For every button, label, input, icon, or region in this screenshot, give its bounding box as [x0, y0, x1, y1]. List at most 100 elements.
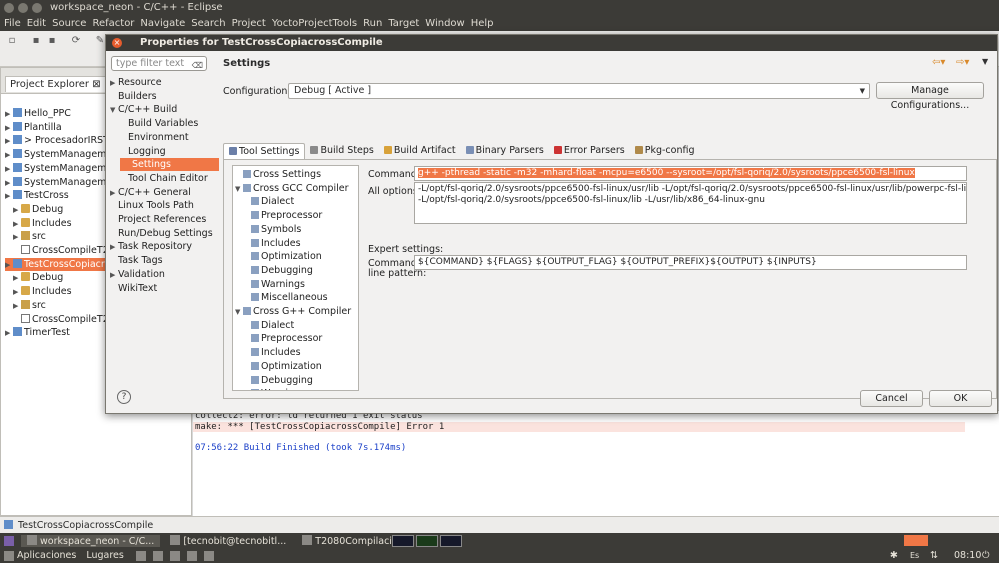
files-launcher-icon[interactable]: [186, 550, 197, 561]
nav-item[interactable]: WikiText: [110, 282, 157, 295]
expand-arrow-icon[interactable]: ▶: [13, 286, 21, 299]
keyboard-language[interactable]: Es: [910, 551, 919, 560]
forward-icon[interactable]: ⇨▾: [956, 57, 969, 68]
close-view-icon[interactable]: ⊠: [92, 79, 100, 90]
tree-item[interactable]: ▶ Debug: [13, 271, 63, 284]
expand-arrow-icon[interactable]: ▶: [13, 231, 21, 244]
expand-arrow-icon[interactable]: ▶: [13, 300, 21, 313]
tree-item[interactable]: ▶ Includes: [13, 217, 72, 230]
expand-arrow-icon[interactable]: ▶: [5, 108, 13, 121]
expand-arrow-icon[interactable]: ▶: [110, 269, 118, 282]
tool-tree-item[interactable]: Dialect: [243, 319, 294, 332]
close-window-icon[interactable]: [4, 3, 14, 13]
menu-target[interactable]: Target: [388, 16, 419, 31]
nav-item[interactable]: ▶ C/C++ General: [110, 186, 191, 199]
expand-arrow-icon[interactable]: ▶: [5, 259, 13, 272]
nav-item[interactable]: Logging: [120, 145, 166, 158]
notification-icon[interactable]: [904, 535, 928, 546]
tab-build-artifact[interactable]: Build Artifact: [379, 143, 461, 159]
tab-tool-settings[interactable]: Tool Settings: [223, 143, 306, 159]
expand-arrow-icon[interactable]: ▶: [13, 272, 21, 285]
all-options-field[interactable]: -L/opt/fsl-qoriq/2.0/sysroots/ppce6500-f…: [414, 182, 967, 224]
expand-arrow-icon[interactable]: ▼: [235, 183, 243, 196]
expand-arrow-icon[interactable]: ▶: [5, 190, 13, 203]
tool-tree-item[interactable]: Optimization: [243, 360, 322, 373]
menu-window[interactable]: Window: [425, 16, 464, 31]
tree-item[interactable]: ▶ src: [13, 230, 46, 243]
clear-filter-icon[interactable]: ⌫: [192, 59, 203, 72]
menu-navigate[interactable]: Navigate: [140, 16, 185, 31]
menu-run[interactable]: Run: [363, 16, 382, 31]
help-icon[interactable]: ?: [117, 390, 131, 404]
nav-item[interactable]: ▼ C/C++ Build: [110, 103, 177, 116]
editor-launcher-icon[interactable]: [203, 550, 214, 561]
network-icon[interactable]: ⇅: [930, 550, 938, 561]
back-icon[interactable]: ⇦▾: [932, 57, 945, 68]
menu-file[interactable]: File: [4, 16, 21, 31]
window-controls[interactable]: [4, 3, 42, 13]
ok-button[interactable]: OK: [929, 390, 992, 407]
browser-launcher-icon[interactable]: [169, 550, 180, 561]
dialog-close-icon[interactable]: ×: [112, 38, 122, 48]
expand-arrow-icon[interactable]: ▼: [110, 104, 118, 117]
places-menu[interactable]: Lugares: [86, 550, 124, 561]
expand-arrow-icon[interactable]: ▶: [13, 218, 21, 231]
power-icon[interactable]: ⏻: [982, 550, 990, 561]
tree-item[interactable]: ▶ TestCrossCopiacross: [5, 257, 121, 272]
expand-arrow-icon[interactable]: ▶: [5, 135, 13, 148]
tool-tree-item[interactable]: ▼ Cross G++ Compiler: [235, 305, 351, 318]
nav-item[interactable]: Run/Debug Settings: [110, 227, 213, 240]
tab-build-steps[interactable]: Build Steps: [305, 143, 378, 159]
command-line-pattern-input[interactable]: ${COMMAND} ${FLAGS} ${OUTPUT_FLAG} ${OUT…: [414, 255, 967, 270]
nav-item[interactable]: Tool Chain Editor: [120, 172, 208, 185]
expand-arrow-icon[interactable]: ▶: [5, 149, 13, 162]
tree-item[interactable]: ▶ Debug: [13, 203, 63, 216]
tool-tree-item[interactable]: Warnings: [243, 387, 305, 390]
menu-edit[interactable]: Edit: [27, 16, 46, 31]
menu-project[interactable]: Project: [232, 16, 266, 31]
monitor-launcher-icon[interactable]: [152, 550, 163, 561]
tool-tree-item[interactable]: Includes: [243, 346, 301, 359]
expand-arrow-icon[interactable]: ▶: [5, 327, 13, 340]
tool-tree-item[interactable]: ▼ Cross GCC Compiler: [235, 182, 348, 195]
menu-refactor[interactable]: Refactor: [92, 16, 134, 31]
menu-search[interactable]: Search: [191, 16, 225, 31]
task-terminal[interactable]: [tecnobit@tecnobitl...: [164, 534, 292, 547]
expand-arrow-icon[interactable]: ▶: [5, 122, 13, 135]
tool-tree-item[interactable]: Optimization: [243, 250, 322, 263]
menu-source[interactable]: Source: [52, 16, 86, 31]
menu-yoctoprojecttools[interactable]: YoctoProjectTools: [272, 16, 357, 31]
tab-pkg-config[interactable]: Pkg-config: [630, 143, 700, 159]
minimize-window-icon[interactable]: [18, 3, 28, 13]
nav-item[interactable]: Builders: [110, 90, 157, 103]
desktop-icon[interactable]: [4, 535, 14, 546]
expand-arrow-icon[interactable]: ▶: [110, 77, 118, 90]
tool-tree-item[interactable]: Includes: [243, 237, 301, 250]
nav-item[interactable]: Build Variables: [120, 117, 198, 130]
tree-item[interactable]: ▶ src: [13, 299, 46, 312]
expand-arrow-icon[interactable]: ▶: [110, 187, 118, 200]
view-menu-icon[interactable]: ▼: [982, 57, 988, 66]
nav-item[interactable]: Linux Tools Path: [110, 199, 194, 212]
project-explorer-tab[interactable]: Project Explorer ⊠: [5, 76, 106, 92]
expand-arrow-icon[interactable]: ▼: [235, 306, 243, 319]
manage-configurations-button[interactable]: Manage Configurations...: [876, 82, 984, 111]
nav-item[interactable]: Settings: [120, 158, 219, 172]
bluetooth-icon[interactable]: ✱: [890, 550, 898, 561]
configuration-select[interactable]: Debug [ Active ] ▼: [288, 83, 870, 99]
tree-item[interactable]: ▶ TestCross: [5, 189, 69, 202]
save-icon[interactable]: ▪: [30, 35, 42, 47]
applications-menu[interactable]: Aplicaciones: [17, 550, 76, 561]
tree-item[interactable]: ▶ Hello_PPC: [5, 107, 71, 120]
maximize-window-icon[interactable]: [32, 3, 42, 13]
nav-item[interactable]: ▶ Task Repository: [110, 240, 192, 253]
cancel-button[interactable]: Cancel: [860, 390, 923, 407]
expand-arrow-icon[interactable]: ▶: [13, 204, 21, 217]
menu-help[interactable]: Help: [471, 16, 494, 31]
save-all-icon[interactable]: ▪: [46, 35, 58, 47]
new-icon[interactable]: ▫: [6, 35, 18, 47]
nav-item[interactable]: ▶ Validation: [110, 268, 165, 281]
tree-item[interactable]: ▶ Includes: [13, 285, 72, 298]
tool-tree-item[interactable]: Warnings: [243, 278, 305, 291]
tool-tree-item[interactable]: Cross Settings: [235, 168, 321, 181]
